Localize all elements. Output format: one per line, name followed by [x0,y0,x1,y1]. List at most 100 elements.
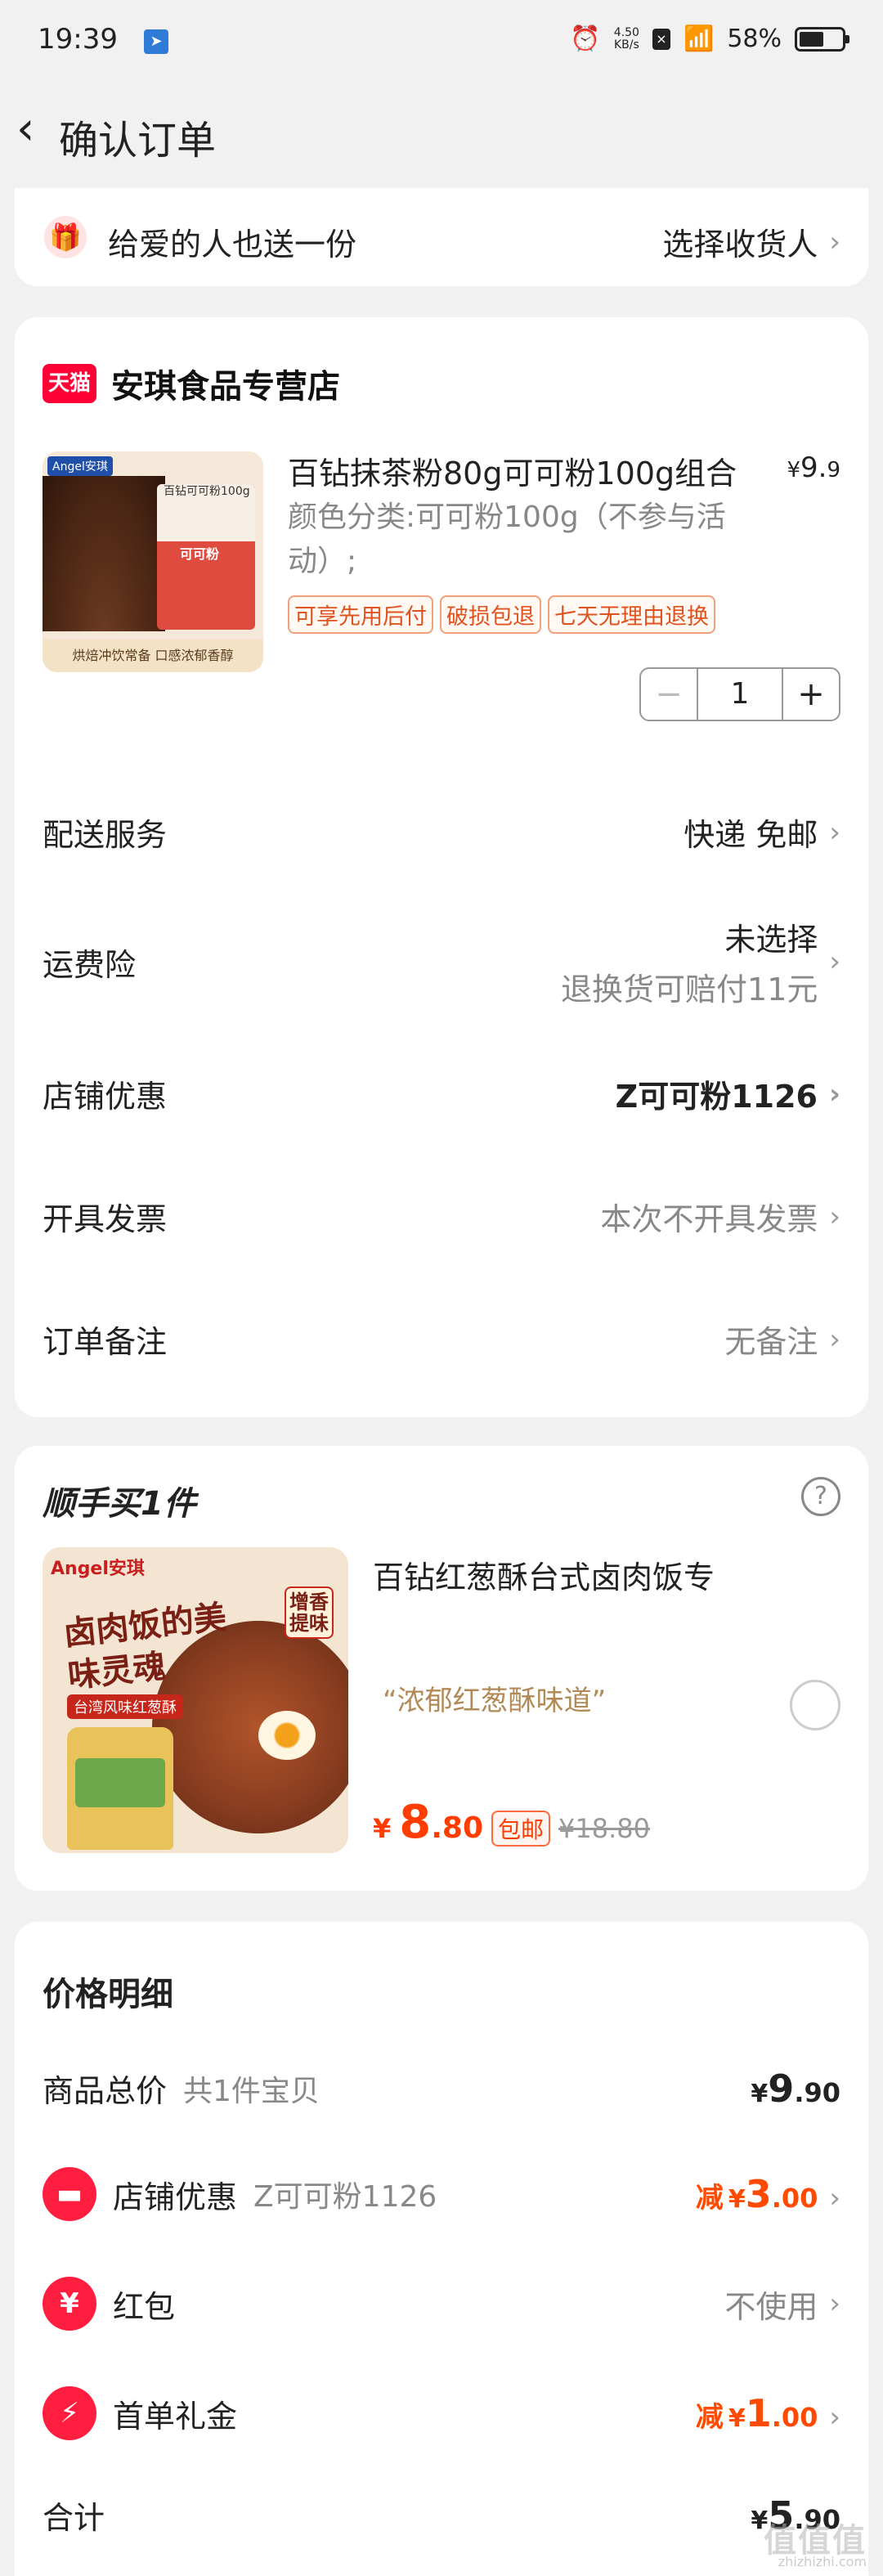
sim-off-icon: × [652,29,670,50]
shipping-insurance-row[interactable]: 运费险 未选择 退换货可赔付11元 › [43,914,840,1009]
red-packet-value-text: 不使用 [724,2282,818,2327]
page-title: 确认订单 [59,108,216,165]
price-shop-label-group: ▬店铺优惠Z可可粉1126 [43,2167,437,2221]
delivery-value-text: 快递 免邮 [684,810,818,855]
jar-label-graphic [75,1758,165,1807]
price-shop-dec: .00 [772,2183,818,2214]
first-order-label: 首单礼金 [113,2391,237,2436]
first-order-dec: .00 [772,2402,818,2433]
battery-fill [800,32,823,47]
battery-percent: 58% [727,25,782,53]
invoice-value-text: 本次不开具发票 [600,1194,818,1239]
note-value: 无备注› [724,1317,840,1362]
watermark-sub: zhizhizhi.com [778,2554,867,2569]
shop-discount-label: 店铺优惠 [43,1071,167,1116]
insurance-desc: 退换货可赔付11元 [561,964,818,1009]
insurance-status: 未选择 [724,914,818,959]
total-label: 商品总价 [43,2066,167,2111]
total-int: 9 [768,2067,794,2111]
product-title[interactable]: 百钻抹茶粉80g可可粉100g组合 [288,448,737,493]
gift-label: 给爱的人也送一份 [108,219,356,264]
decrease-button[interactable]: − [641,669,698,720]
chevron-right-icon: › [829,1078,840,1111]
addon-title[interactable]: 百钻红葱酥台式卤肉饭专 [373,1552,715,1597]
product-price-int: 9. [800,451,827,484]
select-recipient-button[interactable]: 选择收货人› [662,219,840,264]
gift-card[interactable]: 🎁 给爱的人也送一份 选择收货人› [15,188,868,286]
delivery-row[interactable]: 配送服务 快递 免邮 › [43,810,840,855]
price-shop-symbol: ¥ [728,2185,746,2214]
first-order-label-group: ⚡ 首单礼金 [43,2386,237,2440]
insurance-value: 未选择 退换货可赔付11元 › [561,914,840,1009]
chevron-left-icon[interactable]: ‹ [16,106,34,152]
addon-price-int: 8 [399,1796,431,1849]
addon-heading: 顺手买1件 [43,1477,196,1524]
invoice-row[interactable]: 开具发票 本次不开具发票› [43,1194,840,1239]
order-note-row[interactable]: 订单备注 无备注› [43,1317,840,1362]
increase-button[interactable]: + [782,669,839,720]
store-header[interactable]: 天猫 安琪食品专营店 [43,360,340,407]
chevron-right-icon: › [829,1200,840,1233]
first-order-row[interactable]: ⚡首单礼金 减¥1.00› [43,2386,840,2440]
product-price-symbol: ¥ [787,458,800,482]
addon-original-price: ¥18.80 [558,1813,650,1844]
total-dec: .90 [794,2077,840,2108]
sum-label: 合计 [43,2493,105,2538]
addon-price-symbol: ¥ [373,1813,391,1844]
total-row: 商品总价共1件宝贝 ¥9.90 [43,2066,840,2111]
price-shop-prefix: 减 [696,2182,724,2215]
product-image-caption: 烘焙冲饮常备 口感浓郁香醇 [43,640,263,672]
product-spec[interactable]: 颜色分类:可可粉100g（不参与活动）; [288,496,729,584]
delivery-value: 快递 免邮 › [684,810,840,855]
service-tags: 可享先用后付 破损包退 七天无理由退换 [288,595,715,634]
free-shipping-badge: 包邮 [491,1811,550,1847]
addon-image-seal: 增香提味 [285,1586,334,1639]
note-label: 订单备注 [43,1317,167,1362]
note-value-text: 无备注 [724,1317,818,1362]
wifi-icon: 📶 [684,25,714,53]
price-shop-discount-row[interactable]: ▬店铺优惠Z可可粉1126 减¥3.00› [43,2167,840,2221]
addon-select-radio[interactable] [790,1680,840,1730]
red-packet-value: 不使用 › [724,2282,840,2327]
tag-pay-later: 可享先用后付 [288,595,433,634]
red-packet-row[interactable]: ¥ 红包 不使用 › [43,2277,840,2331]
store-icon: ▬ [43,2167,96,2221]
net-speed-unit: KB/s [614,38,639,52]
red-envelope-icon: ¥ [43,2277,96,2331]
shop-discount-value: Z可可粉1126› [616,1071,840,1116]
store-name: 安琪食品专营店 [111,360,340,407]
red-packet-label: 红包 [113,2282,175,2327]
product-image-bag-title: 百钻可可粉100g [164,482,250,499]
addon-quote: “浓郁红葱酥味道” [383,1678,606,1718]
sum-row: 合计 ¥5.90 [43,2493,840,2538]
price-shop-sub: Z可可粉1126 [253,2173,437,2215]
price-detail-heading: 价格明细 [43,1968,173,2015]
lightning-icon: ⚡ [43,2386,96,2440]
shop-discount-row[interactable]: 店铺优惠 Z可可粉1126› [43,1071,840,1116]
tag-7day-return: 七天无理由退换 [548,595,715,634]
status-icons: ⏰ 4.50KB/s × 📶 58% [570,25,845,53]
gift-icon: 🎁 [44,216,87,258]
chevron-right-icon: › [829,2287,840,2320]
status-time: 19:39 [38,23,118,56]
addon-product-image[interactable]: Angel安琪 卤肉饭的美味灵魂 台湾风味红葱酥 增香提味 [43,1547,348,1853]
product-image[interactable]: Angel安琪 百钻可可粉100g 可可粉 烘焙冲饮常备 口感浓郁香醇 [43,451,263,672]
tmall-logo: 天猫 [43,364,96,403]
quantity-stepper: − 1 + [639,667,840,721]
status-bar: 19:39 ➤ ⏰ 4.50KB/s × 📶 58% [0,0,883,82]
chevron-right-icon: › [829,816,840,849]
question-circle-icon[interactable]: ? [801,1477,840,1516]
first-order-symbol: ¥ [728,2404,746,2433]
delivery-label: 配送服务 [43,810,167,855]
app-notification-icon: ➤ [144,29,168,54]
quantity-value[interactable]: 1 [698,669,782,720]
title-bar: ‹ 确认订单 [0,82,883,180]
chevron-right-icon: › [829,2401,840,2434]
addon-price-dec: .80 [431,1811,483,1845]
addon-image-flag: 台湾风味红葱酥 [67,1694,183,1719]
chevron-right-icon: › [829,945,840,978]
insurance-label: 运费险 [43,940,136,985]
net-speed: 4.50KB/s [614,27,639,52]
price-shop-amount: 减¥3.00› [696,2172,840,2216]
price-shop-int: 3 [746,2172,772,2216]
